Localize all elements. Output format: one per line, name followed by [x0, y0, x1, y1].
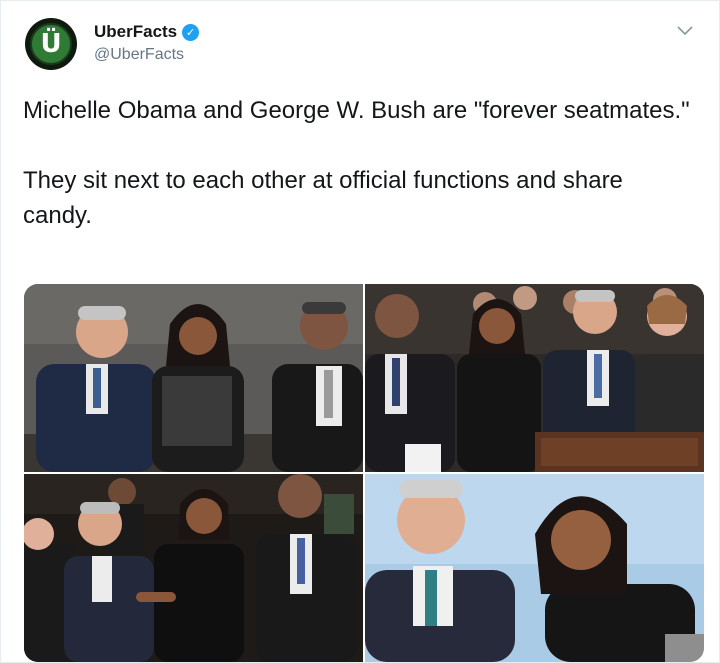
tweet-paragraph: They sit next to each other at official … — [23, 167, 623, 229]
photo-4[interactable] — [365, 474, 704, 662]
display-name[interactable]: UberFacts — [94, 22, 177, 42]
display-name-row[interactable]: UberFacts ✓ — [94, 22, 200, 42]
tweet-paragraph: Michelle Obama and George W. Bush are "f… — [23, 97, 690, 124]
user-handle[interactable]: @UberFacts — [94, 46, 184, 64]
avatar-logo: Ü — [30, 23, 72, 65]
chevron-down-icon[interactable] — [675, 21, 695, 41]
photo-2[interactable] — [365, 284, 704, 472]
photo-1[interactable] — [24, 284, 363, 472]
verified-badge-icon: ✓ — [182, 23, 200, 41]
photo-3[interactable] — [24, 474, 363, 662]
tweet-card[interactable]: Ü UberFacts ✓ @UberFacts Michelle Obama … — [0, 0, 720, 663]
media-grid — [24, 284, 704, 662]
avatar[interactable]: Ü — [25, 18, 77, 70]
tweet-text: Michelle Obama and George W. Bush are "f… — [23, 93, 693, 233]
